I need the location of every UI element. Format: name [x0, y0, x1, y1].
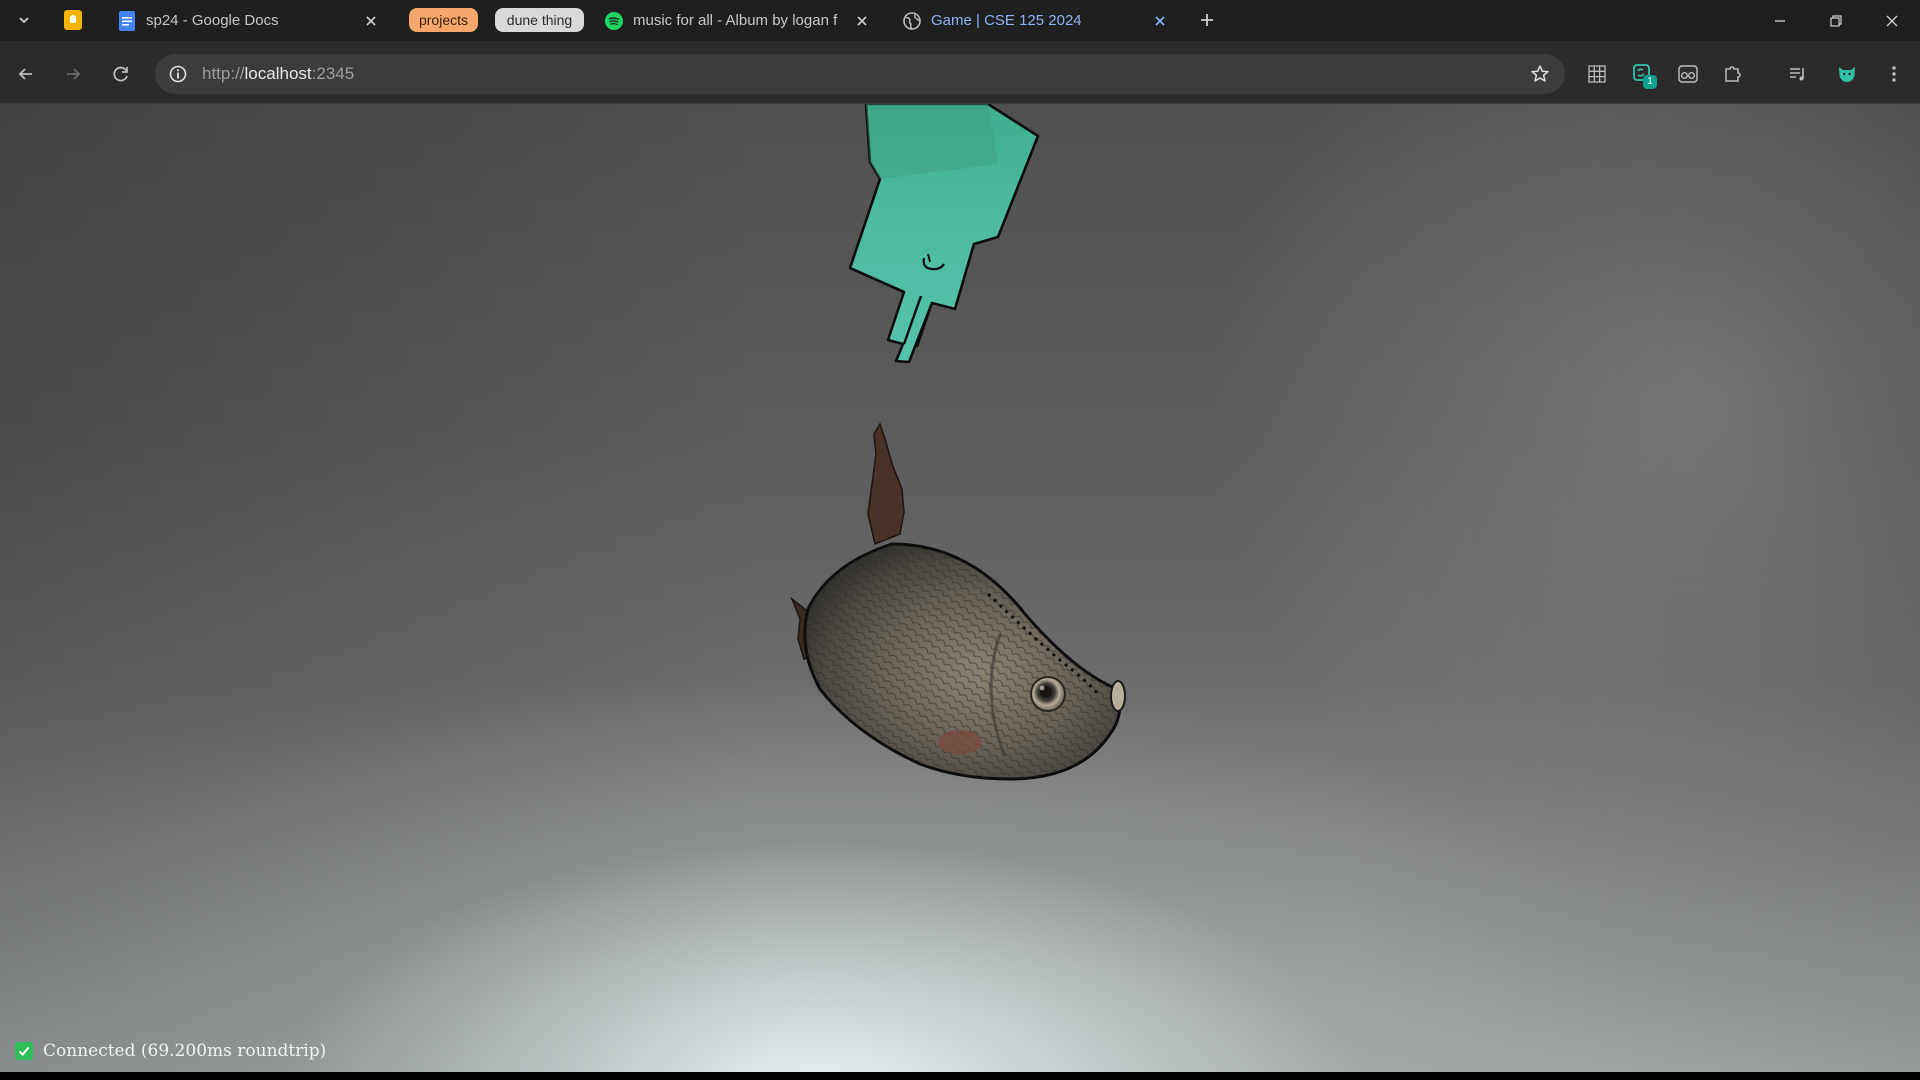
- url-host: localhost: [244, 64, 312, 83]
- reload-icon: [113, 66, 128, 82]
- plus-icon: [1201, 14, 1213, 26]
- kebab-menu-icon: [1892, 66, 1896, 82]
- tab-group-label: projects: [418, 12, 469, 28]
- tab-search-button[interactable]: [12, 8, 36, 32]
- restore-icon: [1830, 14, 1842, 27]
- window-controls: [1752, 0, 1920, 41]
- pinned-tab-keep[interactable]: [62, 9, 84, 31]
- arrow-left-icon: [18, 68, 32, 80]
- chevron-down-icon: [19, 17, 29, 24]
- music-queue-icon: [1790, 68, 1804, 81]
- close-tab-icon[interactable]: [1151, 12, 1169, 30]
- connected-check-icon: [15, 1042, 33, 1060]
- game-canvas[interactable]: Connected (69.200ms roundtrip): [0, 104, 1920, 1072]
- address-bar[interactable]: http://localhost:2345: [155, 54, 1565, 94]
- bottom-border: [0, 1072, 1920, 1080]
- google-docs-icon: [118, 10, 136, 31]
- spotify-icon: [605, 11, 623, 30]
- player-character: [848, 104, 1040, 364]
- cat-avatar-icon: [1839, 67, 1855, 82]
- tab-title: sp24 - Google Docs: [146, 12, 279, 29]
- connection-status: Connected (69.200ms roundtrip): [15, 1040, 326, 1062]
- tab-group-label: dune thing: [506, 12, 573, 28]
- media-controls-button[interactable]: [1784, 60, 1812, 88]
- reload-button[interactable]: [107, 60, 135, 88]
- grid-extension-button[interactable]: [1583, 60, 1611, 88]
- profile-button[interactable]: [1833, 60, 1861, 88]
- tab-google-docs[interactable]: sp24 - Google Docs: [110, 6, 388, 35]
- minimize-button[interactable]: [1752, 0, 1808, 41]
- url-port: :2345: [311, 64, 355, 83]
- bookmark-star-icon[interactable]: [1529, 63, 1551, 85]
- close-icon: [1886, 15, 1898, 26]
- tab-spotify[interactable]: music for all - Album by logan f: [597, 6, 879, 35]
- tab-group-dune-thing[interactable]: dune thing: [495, 8, 584, 32]
- close-tab-icon[interactable]: [853, 12, 871, 30]
- close-window-button[interactable]: [1864, 0, 1920, 41]
- tab-group-projects[interactable]: projects: [409, 8, 478, 32]
- url-scheme: http://: [202, 64, 245, 83]
- glasses-icon: [1678, 65, 1698, 83]
- extensions-button[interactable]: [1719, 60, 1747, 88]
- puzzle-icon: [1725, 66, 1741, 82]
- connection-status-text: Connected (69.200ms roundtrip): [43, 1041, 327, 1061]
- tab-title: music for all - Album by logan f: [633, 12, 838, 29]
- restore-button[interactable]: [1808, 0, 1864, 41]
- minimize-icon: [1775, 19, 1785, 22]
- close-tab-icon[interactable]: [362, 12, 380, 30]
- grid-icon: [1588, 65, 1606, 83]
- tab-title: Game | CSE 125 2024: [931, 12, 1082, 29]
- tab-game-cse125[interactable]: Game | CSE 125 2024: [895, 6, 1177, 35]
- new-tab-button[interactable]: [1196, 9, 1218, 31]
- session-extension-button[interactable]: 1: [1629, 60, 1657, 89]
- fish-model: [790, 422, 1126, 781]
- arrow-right-icon: [67, 68, 81, 80]
- site-info-icon[interactable]: [158, 54, 198, 94]
- tab-strip: sp24 - Google Docs projects dune thing m…: [0, 0, 1920, 41]
- url-text[interactable]: http://localhost:2345: [202, 64, 354, 84]
- forward-button[interactable]: [59, 60, 87, 88]
- extension-badge: 1: [1643, 75, 1657, 89]
- reader-extension-button[interactable]: [1674, 60, 1702, 88]
- globe-icon: [903, 11, 921, 30]
- browser-menu-button[interactable]: [1880, 60, 1908, 88]
- back-button[interactable]: [12, 60, 40, 88]
- google-keep-icon: [64, 10, 82, 30]
